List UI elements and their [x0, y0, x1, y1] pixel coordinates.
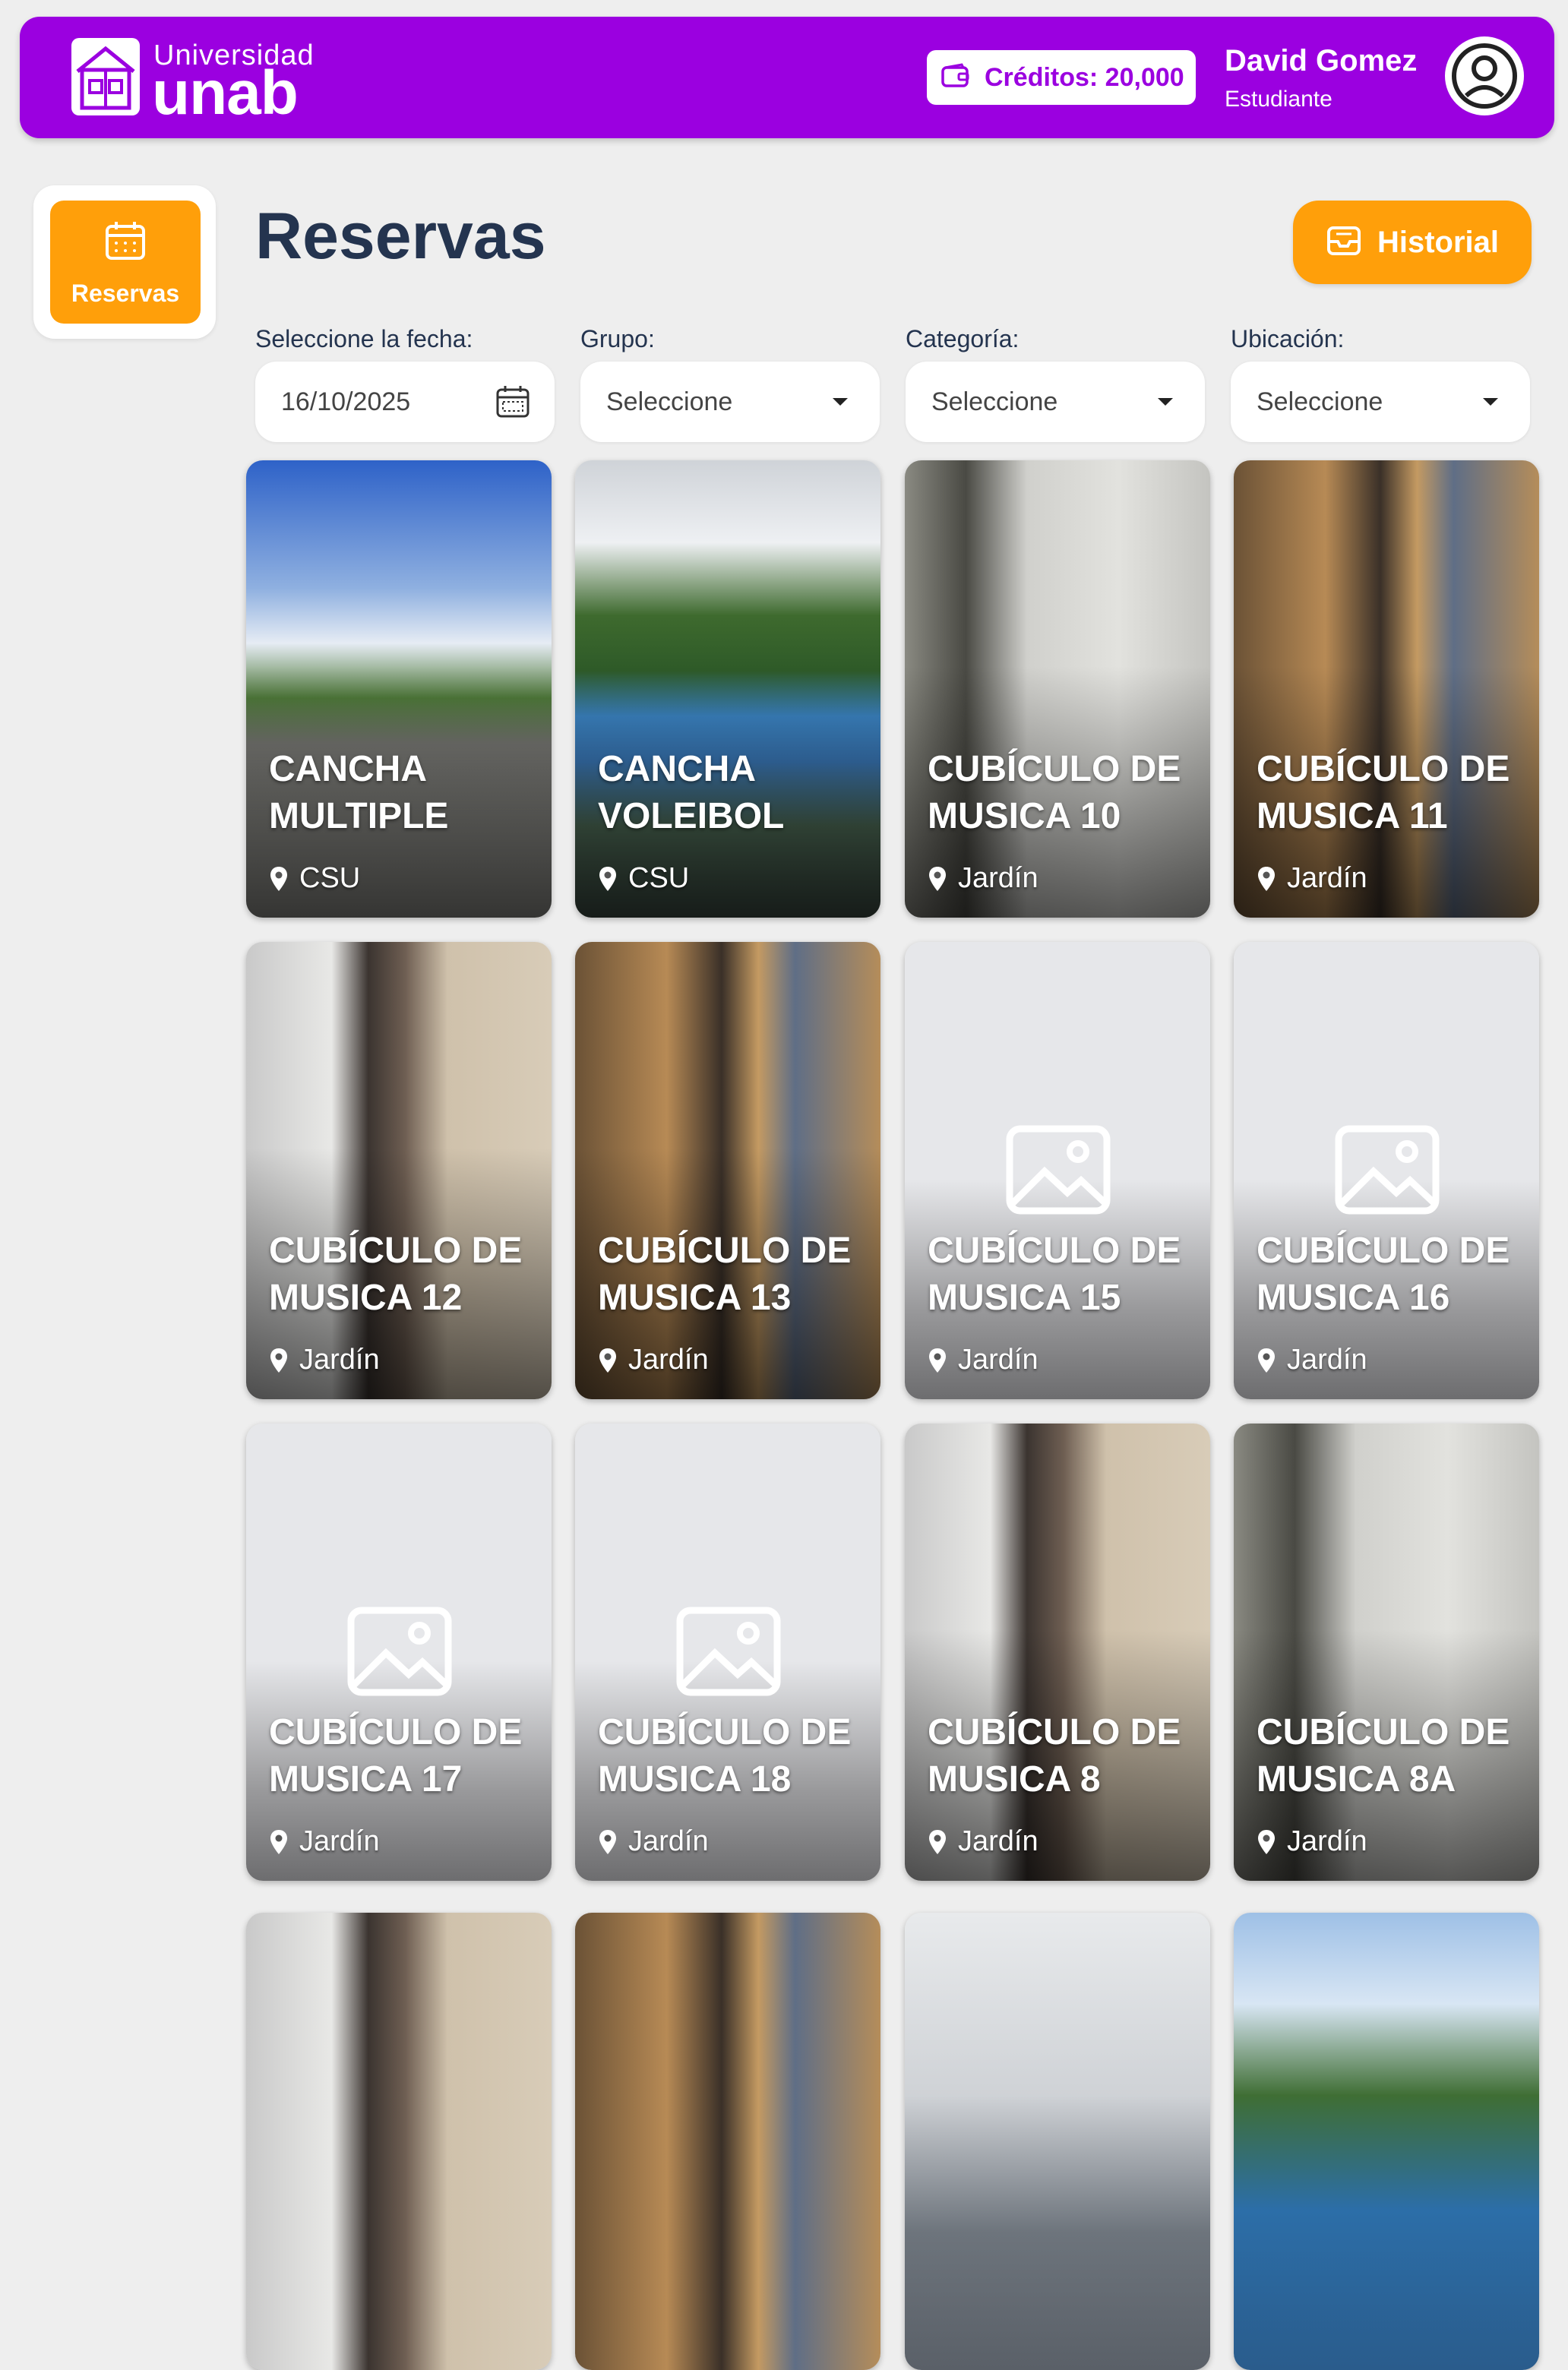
calendar-icon [103, 219, 147, 267]
space-location: Jardín [1257, 1344, 1367, 1376]
historial-label: Historial [1377, 225, 1500, 259]
user-name: David Gomez [1225, 44, 1418, 77]
chevron-down-icon [1158, 398, 1173, 406]
space-location: CSU [598, 862, 689, 895]
space-location: Jardín [269, 1344, 380, 1376]
sidebar: Reservas [33, 185, 216, 339]
image-placeholder-icon [1334, 1124, 1440, 1219]
space-name: CANCHA VOLEIBOL [598, 749, 785, 836]
space-card[interactable]: CUBÍCULO DE MUSICA 16 Jardín [1234, 942, 1539, 1399]
location-pin-icon [1258, 1348, 1275, 1373]
sidebar-item-reservas[interactable]: Reservas [50, 201, 201, 324]
location-pin-icon [270, 1348, 287, 1373]
space-name: CUBÍCULO DE MUSICA 18 [598, 1712, 852, 1800]
image-placeholder-icon [346, 1606, 453, 1701]
page-title: Reservas [255, 200, 546, 273]
space-name: CUBÍCULO DE MUSICA 16 [1257, 1231, 1510, 1318]
space-card[interactable]: CUBÍCULO DE MUSICA 15 Jardín [905, 942, 1210, 1399]
user-role: Estudiante [1225, 87, 1332, 112]
grupo-value: Seleccione [606, 387, 733, 416]
space-name: CUBÍCULO DE MUSICA 15 [928, 1231, 1181, 1318]
space-name: CUBÍCULO DE MUSICA 10 [928, 749, 1181, 836]
space-card[interactable] [246, 1913, 552, 2370]
grupo-select[interactable]: Seleccione [580, 362, 880, 442]
categoria-value: Seleccione [931, 387, 1058, 416]
fecha-label: Seleccione la fecha: [255, 325, 473, 352]
space-card[interactable] [905, 1913, 1210, 2370]
space-location: Jardín [1257, 1825, 1367, 1858]
credits-badge: Créditos: 20,000 [927, 50, 1196, 105]
location-pin-icon [1258, 866, 1275, 891]
space-name: CUBÍCULO DE MUSICA 13 [598, 1231, 852, 1318]
space-card[interactable] [575, 1913, 880, 2370]
location-pin-icon [270, 1829, 287, 1854]
ubicacion-label: Ubicación: [1231, 325, 1345, 352]
location-pin-icon [599, 866, 616, 891]
location-pin-icon [599, 1829, 616, 1854]
space-location: Jardín [598, 1825, 709, 1858]
space-card[interactable]: CUBÍCULO DE MUSICA 12 Jardín [246, 942, 552, 1399]
location-pin-icon [1258, 1829, 1275, 1854]
space-location: Jardín [928, 1825, 1038, 1858]
space-name: CUBÍCULO DE MUSICA 17 [269, 1712, 523, 1800]
historial-button[interactable]: Historial [1293, 201, 1532, 284]
ubicacion-value: Seleccione [1257, 387, 1383, 416]
space-name: CANCHA MULTIPLE [269, 749, 449, 836]
space-card[interactable]: CUBÍCULO DE MUSICA 10 Jardín [905, 460, 1210, 918]
space-card[interactable]: CUBÍCULO DE MUSICA 8A Jardín [1234, 1424, 1539, 1881]
space-location: Jardín [928, 1344, 1038, 1376]
logo-text-big: unab [152, 58, 299, 128]
fecha-input[interactable]: 16/10/2025 [255, 362, 555, 442]
university-logo-icon[interactable] [71, 38, 140, 115]
space-card[interactable]: CANCHA VOLEIBOL CSU [575, 460, 880, 918]
space-name: CUBÍCULO DE MUSICA 8 [928, 1712, 1181, 1800]
wallet-icon [940, 62, 971, 93]
space-card[interactable] [1234, 1913, 1539, 2370]
location-pin-icon [599, 1348, 616, 1373]
location-pin-icon [929, 866, 946, 891]
image-placeholder-icon [1005, 1124, 1111, 1219]
space-name: CUBÍCULO DE MUSICA 8A [1257, 1712, 1510, 1800]
space-location: Jardín [928, 862, 1038, 895]
inbox-icon [1326, 225, 1362, 261]
categoria-select[interactable]: Seleccione [906, 362, 1205, 442]
space-location: Jardín [598, 1344, 709, 1376]
space-card[interactable]: CUBÍCULO DE MUSICA 17 Jardín [246, 1424, 552, 1881]
user-avatar-icon[interactable] [1445, 36, 1524, 115]
space-card[interactable]: CUBÍCULO DE MUSICA 18 Jardín [575, 1424, 880, 1881]
grupo-label: Grupo: [580, 325, 655, 352]
space-name: CUBÍCULO DE MUSICA 11 [1257, 749, 1510, 836]
location-pin-icon [929, 1348, 946, 1373]
space-location: CSU [269, 862, 360, 895]
space-card[interactable]: CUBÍCULO DE MUSICA 8 Jardín [905, 1424, 1210, 1881]
credits-label: Créditos: 20,000 [985, 62, 1184, 92]
ubicacion-select[interactable]: Seleccione [1231, 362, 1530, 442]
space-card[interactable]: CANCHA MULTIPLE CSU [246, 460, 552, 918]
calendar-picker-icon[interactable] [495, 384, 530, 426]
space-location: Jardín [1257, 862, 1367, 895]
chevron-down-icon [833, 398, 848, 406]
sidebar-item-label: Reservas [71, 280, 180, 307]
space-card[interactable]: CUBÍCULO DE MUSICA 13 Jardín [575, 942, 880, 1399]
chevron-down-icon [1483, 398, 1498, 406]
space-card[interactable]: CUBÍCULO DE MUSICA 11 Jardín [1234, 460, 1539, 918]
location-pin-icon [929, 1829, 946, 1854]
top-header: Universidad unab Créditos: 20,000 David … [20, 17, 1554, 138]
categoria-label: Categoría: [906, 325, 1020, 352]
space-name: CUBÍCULO DE MUSICA 12 [269, 1231, 523, 1318]
location-pin-icon [270, 866, 287, 891]
fecha-value: 16/10/2025 [281, 387, 411, 416]
space-location: Jardín [269, 1825, 380, 1858]
image-placeholder-icon [675, 1606, 782, 1701]
